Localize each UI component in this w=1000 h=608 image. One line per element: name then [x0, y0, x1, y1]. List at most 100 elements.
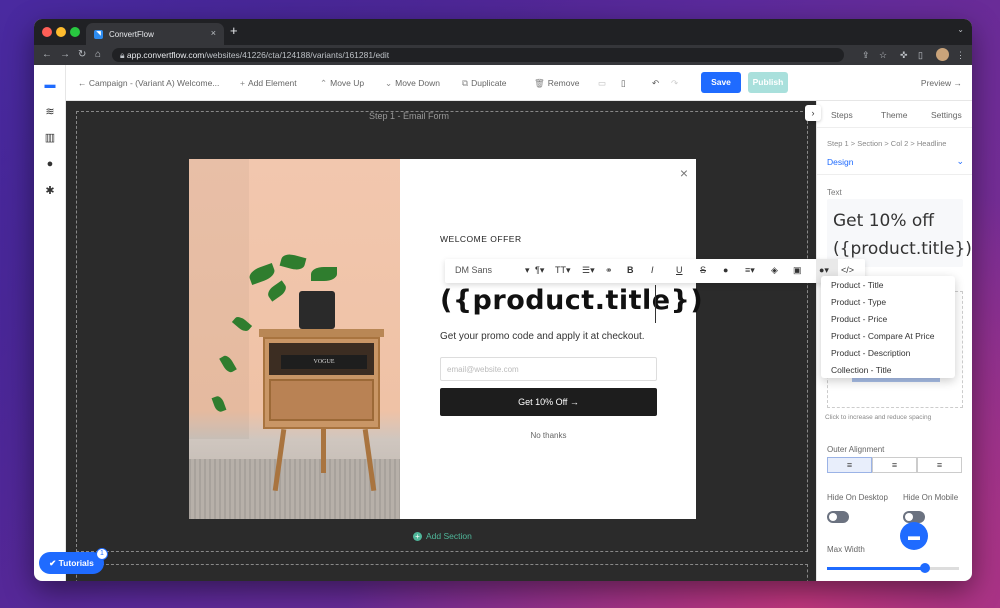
image-icon[interactable]: ▣ [793, 265, 802, 276]
publish-button[interactable]: Publish [748, 72, 788, 93]
no-thanks-link[interactable]: No thanks [440, 431, 657, 440]
tab-bar: ◥ ConvertFlow × + ⌄ [34, 19, 972, 45]
headline[interactable]: ({product.title}) [440, 285, 703, 316]
bold-icon[interactable]: B [627, 265, 634, 275]
duplicate-button[interactable]: ⧉ Duplicate [462, 78, 507, 89]
hide-desktop-toggle[interactable] [827, 511, 849, 523]
redo-icon[interactable]: ↷ [671, 78, 678, 89]
email-field[interactable]: email@website.com [440, 357, 657, 381]
share-icon[interactable]: ⇪ [862, 50, 870, 61]
browser-menu-icon[interactable]: ⋮ [956, 50, 965, 61]
text-label: Text [827, 188, 842, 197]
plant-leaf [311, 267, 337, 281]
max-width-slider-knob[interactable] [920, 563, 930, 573]
spacing-hint: Click to increase and reduce spacing [825, 414, 932, 421]
desktop-view-icon[interactable]: ▭ [598, 78, 606, 89]
reload-icon[interactable]: ↻ [78, 49, 86, 60]
zoom-window-button[interactable] [70, 27, 80, 37]
dropdown-item[interactable]: Product - Description [831, 348, 910, 358]
back-to-campaign-link[interactable]: ← Campaign - (Variant A) Welcome... [78, 78, 219, 88]
tab-theme[interactable]: Theme [881, 110, 907, 120]
url-path: /websites/41226/cta/124188/variants/1612… [204, 50, 390, 60]
move-up-button[interactable]: ⌃ Move Up [320, 78, 364, 89]
subtext[interactable]: Get your promo code and apply it at chec… [440, 331, 645, 342]
text-editor-field[interactable]: Get 10% off ({product.title}) [827, 199, 972, 267]
extensions-puzzle-icon[interactable]: ✜ [900, 50, 908, 61]
back-icon[interactable]: ← [42, 49, 52, 60]
tab-settings[interactable]: Settings [931, 110, 962, 120]
close-icon[interactable]: × [680, 165, 688, 181]
text-size-icon[interactable]: TT▾ [555, 265, 571, 276]
chevron-down-icon: ⌄ [385, 78, 393, 88]
minimize-window-button[interactable] [56, 27, 66, 37]
font-select[interactable]: DM Sans [455, 265, 492, 275]
mobile-view-icon[interactable]: ▯ [621, 78, 626, 89]
bookmark-star-icon[interactable]: ☆ [879, 50, 887, 61]
sidebar-toggle-icon[interactable]: ▯ [918, 50, 923, 61]
user-icon[interactable]: ● [43, 158, 57, 172]
add-element-button[interactable]: + Add Element [240, 78, 297, 88]
underline-icon[interactable]: U [676, 265, 683, 275]
plant-leaf [247, 262, 277, 286]
link-icon[interactable]: ⚭ [605, 265, 613, 276]
color-drop-icon[interactable]: ● [723, 265, 728, 275]
strikethrough-icon[interactable]: S [700, 265, 706, 275]
code-icon[interactable]: </> [841, 265, 854, 275]
design-section-toggle[interactable]: Design [827, 157, 853, 167]
chat-support-icon[interactable]: ▬ [900, 522, 928, 550]
preview-link[interactable]: Preview → [921, 78, 962, 88]
italic-icon[interactable]: I [651, 265, 654, 275]
remove-button[interactable]: 🗑︎ Remove [534, 78, 579, 89]
align-left-button[interactable]: ≡ [827, 457, 872, 473]
max-width-slider-fill[interactable] [827, 567, 927, 570]
tab-divider [817, 127, 972, 128]
align-right-button[interactable]: ≡ [917, 457, 962, 473]
chevron-up-icon: ⌃ [320, 78, 328, 88]
tutorials-button[interactable]: ✔ Tutorials [39, 552, 104, 574]
add-section-label: Add Section [426, 531, 472, 541]
dropdown-item[interactable]: Collection - Title [831, 365, 891, 375]
add-section-button[interactable]: + Add Section [413, 531, 472, 541]
save-button[interactable]: Save [701, 72, 741, 93]
profile-avatar[interactable] [936, 48, 949, 61]
list-icon[interactable]: ☰▾ [582, 265, 595, 276]
merge-tag-user-icon[interactable]: ●▾ [819, 265, 829, 276]
bar-chart-icon[interactable]: ▥ [43, 131, 57, 145]
font-dropdown-icon[interactable]: ▾ [525, 265, 530, 276]
paragraph-icon[interactable]: ¶▾ [535, 265, 544, 276]
undo-icon[interactable]: ↶ [652, 78, 659, 89]
add-element-label: Add Element [247, 78, 297, 88]
home-icon[interactable]: ⌂ [95, 49, 101, 60]
tab-search-icon[interactable]: ⌄ [957, 25, 964, 34]
step-label: Step 1 - Email Form [368, 111, 450, 121]
move-down-button[interactable]: ⌄ Move Down [385, 78, 440, 89]
align-icon[interactable]: ≡▾ [745, 265, 755, 276]
forward-icon[interactable]: → [60, 49, 70, 60]
align-center-button[interactable]: ≡ [872, 457, 917, 473]
chevron-down-icon[interactable]: ⌄ [956, 156, 964, 167]
browser-tab[interactable]: ◥ ConvertFlow × [86, 23, 224, 45]
plus-icon: + [240, 78, 245, 88]
url-field[interactable]: 🔒︎ app.convertflow.com/websites/41226/ct… [112, 48, 844, 62]
new-tab-button[interactable]: + [230, 23, 238, 38]
dropdown-item[interactable]: Product - Type [831, 297, 886, 307]
dropdown-item[interactable]: Product - Compare At Price [831, 331, 934, 341]
tab-steps[interactable]: Steps [831, 110, 853, 120]
max-width-slider-track[interactable] [927, 567, 959, 570]
dropdown-item[interactable]: Product - Price [831, 314, 887, 324]
tutorials-count-badge: 1 [96, 548, 108, 560]
eyebrow-text[interactable]: WELCOME OFFER [440, 234, 522, 244]
gear-icon[interactable]: ✱ [43, 184, 57, 198]
breadcrumb[interactable]: Step 1 > Section > Col 2 > Headline [827, 139, 946, 148]
next-section-outline[interactable] [76, 564, 808, 581]
popup-preview[interactable]: VOGUE × WELCOME OFFER ({product.title}) … [189, 159, 703, 519]
divider [817, 174, 972, 175]
close-window-button[interactable] [42, 27, 52, 37]
tab-close-icon[interactable]: × [211, 28, 216, 38]
cabinet-top [259, 329, 384, 337]
chat-bubble-icon[interactable]: ▬ [43, 79, 57, 93]
merge-tag-dropdown: Product - Title Product - Type Product -… [821, 276, 955, 378]
eraser-icon[interactable]: ◈ [771, 265, 778, 276]
cta-button[interactable]: Get 10% Off → [440, 388, 657, 416]
dropdown-item[interactable]: Product - Title [831, 280, 883, 290]
